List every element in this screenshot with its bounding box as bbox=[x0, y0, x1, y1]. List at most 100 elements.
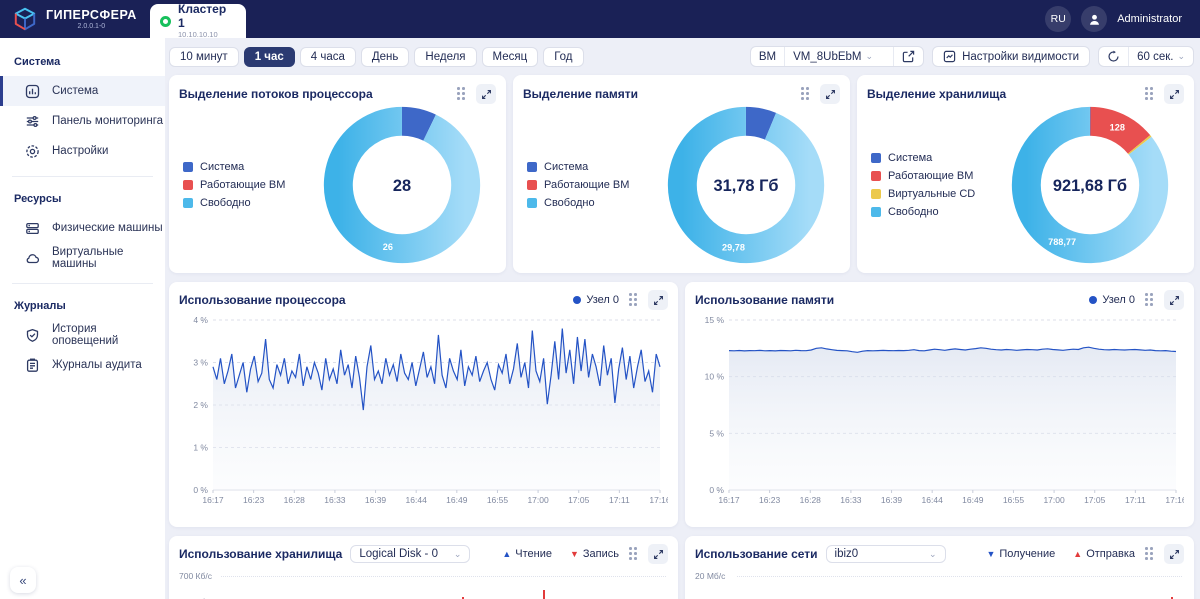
person-icon bbox=[1089, 14, 1099, 25]
drag-handle-icon[interactable] bbox=[627, 545, 640, 563]
legend-swatch bbox=[183, 180, 193, 190]
card-cpu-threads-allocation: Выделение потоков процессора Система Раб… bbox=[169, 75, 506, 273]
clipboard-icon bbox=[26, 358, 39, 372]
range-button-year[interactable]: Год bbox=[543, 46, 584, 67]
legend-swatch bbox=[871, 153, 881, 163]
chevron-down-icon: ⌄ bbox=[865, 51, 874, 61]
legend-label: Получение bbox=[999, 548, 1056, 560]
svg-text:0 %: 0 % bbox=[709, 485, 724, 495]
sidebar-item-alert-history[interactable]: История оповещений bbox=[0, 320, 165, 350]
range-button-day[interactable]: День bbox=[360, 46, 410, 67]
expand-icon bbox=[653, 295, 663, 305]
sidebar-item-label: Панель мониторинга bbox=[52, 115, 164, 127]
expand-button[interactable] bbox=[1164, 290, 1184, 310]
visibility-settings-button[interactable]: Настройки видимости bbox=[932, 46, 1091, 67]
triangle-up-icon: ▲ bbox=[1073, 549, 1083, 559]
expand-button[interactable] bbox=[1164, 84, 1184, 104]
drag-handle-icon[interactable] bbox=[799, 85, 812, 103]
card-cpu-usage: Использование процессора Узел 0 0 % 1 % 2 … bbox=[169, 282, 678, 527]
legend-swatch bbox=[871, 207, 881, 217]
svg-text:16:44: 16:44 bbox=[922, 495, 944, 505]
triangle-down-icon: ▼ bbox=[569, 549, 579, 559]
cluster-tab[interactable]: Кластер 1 10.10.10.10 bbox=[150, 3, 246, 39]
toolbar: 10 минут 1 час 4 часа День Неделя Месяц … bbox=[169, 46, 1194, 67]
range-button-week[interactable]: Неделя bbox=[414, 46, 477, 67]
chevron-down-icon: ⌄ bbox=[453, 548, 462, 559]
expand-button[interactable] bbox=[648, 544, 668, 564]
svg-text:17:16: 17:16 bbox=[649, 495, 668, 505]
svg-text:16:28: 16:28 bbox=[800, 495, 822, 505]
open-vm-button[interactable] bbox=[894, 47, 923, 66]
card-title: Использование памяти bbox=[695, 293, 835, 307]
card-title: Выделение потоков процессора bbox=[179, 87, 373, 101]
legend-label: Отправка bbox=[1086, 548, 1135, 560]
series-legend: Узел 0 bbox=[573, 294, 619, 306]
svg-text:16:39: 16:39 bbox=[365, 495, 387, 505]
language-button[interactable]: RU bbox=[1045, 6, 1072, 32]
chart-settings-icon bbox=[943, 50, 956, 63]
app-name: ГИПЕРСФЕРА bbox=[46, 8, 137, 22]
svg-text:3 %: 3 % bbox=[193, 358, 208, 368]
drag-handle-icon[interactable] bbox=[627, 291, 640, 309]
donut-legend: Система Работающие ВМ Свободно bbox=[523, 155, 651, 215]
sidebar-item-audit-logs[interactable]: Журналы аудита bbox=[0, 350, 165, 380]
interface-select[interactable]: ibiz0 ⌄ bbox=[825, 545, 946, 563]
interface-select-value: ibiz0 bbox=[834, 548, 859, 560]
legend-label: Система bbox=[888, 152, 933, 164]
svg-text:16:23: 16:23 bbox=[759, 495, 781, 505]
svg-text:16:23: 16:23 bbox=[243, 495, 265, 505]
legend-swatch bbox=[183, 162, 193, 172]
svg-text:16:55: 16:55 bbox=[1003, 495, 1025, 505]
memory-donut-chart: 29,78 31,78 Гб bbox=[667, 106, 824, 264]
sidebar-item-label: Настройки bbox=[52, 145, 109, 157]
sidebar-item-physical-machines[interactable]: Физические машины bbox=[0, 213, 165, 243]
receive-legend: ▼ Получение bbox=[986, 548, 1055, 560]
vm-select[interactable]: VM_8UbEbM ⌄ bbox=[785, 48, 893, 66]
sidebar-item-virtual-machines[interactable]: Виртуальные машины bbox=[0, 243, 165, 273]
username-label: Administrator bbox=[1117, 13, 1182, 25]
svg-text:28: 28 bbox=[392, 177, 410, 195]
sidebar-collapse-button[interactable]: « bbox=[10, 567, 36, 593]
visibility-settings-label: Настройки видимости bbox=[962, 50, 1080, 63]
expand-icon bbox=[653, 549, 663, 559]
memory-usage-line-chart: 0 % 5 % 10 % 15 % 16:17 16:23 16:28 16:33 16:39 1… bbox=[705, 315, 1187, 505]
legend-label: Свободно bbox=[200, 197, 251, 209]
triangle-down-icon: ▼ bbox=[986, 549, 996, 559]
range-button-month[interactable]: Месяц bbox=[481, 46, 539, 67]
refresh-interval-select[interactable]: 60 сек. ⌄ bbox=[1129, 48, 1193, 66]
drag-handle-icon[interactable] bbox=[455, 85, 468, 103]
series-label: Узел 0 bbox=[1102, 294, 1135, 306]
user-avatar[interactable] bbox=[1081, 6, 1108, 32]
range-button-4hours[interactable]: 4 часа bbox=[299, 46, 356, 67]
sidebar-item-label: Журналы аудита bbox=[52, 359, 142, 371]
expand-button[interactable] bbox=[648, 290, 668, 310]
sidebar-section-resources: Ресурсы bbox=[14, 193, 62, 205]
legend-label: Виртуальные CD bbox=[888, 188, 976, 200]
disk-select[interactable]: Logical Disk - 0 ⌄ bbox=[350, 545, 471, 563]
sidebar-item-label: Система bbox=[52, 85, 99, 97]
drag-handle-icon[interactable] bbox=[1143, 85, 1156, 103]
cluster-tab-ip: 10.10.10.10 bbox=[178, 29, 218, 39]
card-title: Использование сети bbox=[695, 547, 818, 561]
sidebar-item-settings[interactable]: Настройки bbox=[0, 136, 165, 166]
gear-icon bbox=[26, 144, 39, 158]
expand-button[interactable] bbox=[1164, 544, 1184, 564]
expand-button[interactable] bbox=[476, 84, 496, 104]
drag-handle-icon[interactable] bbox=[1143, 291, 1156, 309]
read-legend: ▲ Чтение bbox=[502, 548, 552, 560]
vm-select-group: ВМ VM_8UbEbM ⌄ bbox=[749, 46, 925, 67]
card-title: Выделение хранилища bbox=[867, 87, 1007, 101]
sidebar-item-label: История оповещений bbox=[52, 323, 119, 347]
drag-handle-icon[interactable] bbox=[1143, 545, 1156, 563]
legend-swatch bbox=[527, 162, 537, 172]
sidebar-item-monitoring-panel[interactable]: Панель мониторинга bbox=[0, 106, 165, 136]
svg-text:16:39: 16:39 bbox=[881, 495, 903, 505]
sidebar-item-system[interactable]: Система bbox=[0, 76, 165, 106]
cpu-threads-donut-chart: 26 28 bbox=[323, 106, 480, 264]
range-button-1hour[interactable]: 1 час bbox=[243, 46, 295, 67]
range-button-10min[interactable]: 10 минут bbox=[169, 46, 239, 67]
refresh-button[interactable] bbox=[1099, 47, 1128, 66]
refresh-interval-value: 60 сек. bbox=[1137, 50, 1174, 63]
storage-donut-chart: 128 788,77 921,68 Гб bbox=[1011, 106, 1168, 264]
expand-button[interactable] bbox=[820, 84, 840, 104]
